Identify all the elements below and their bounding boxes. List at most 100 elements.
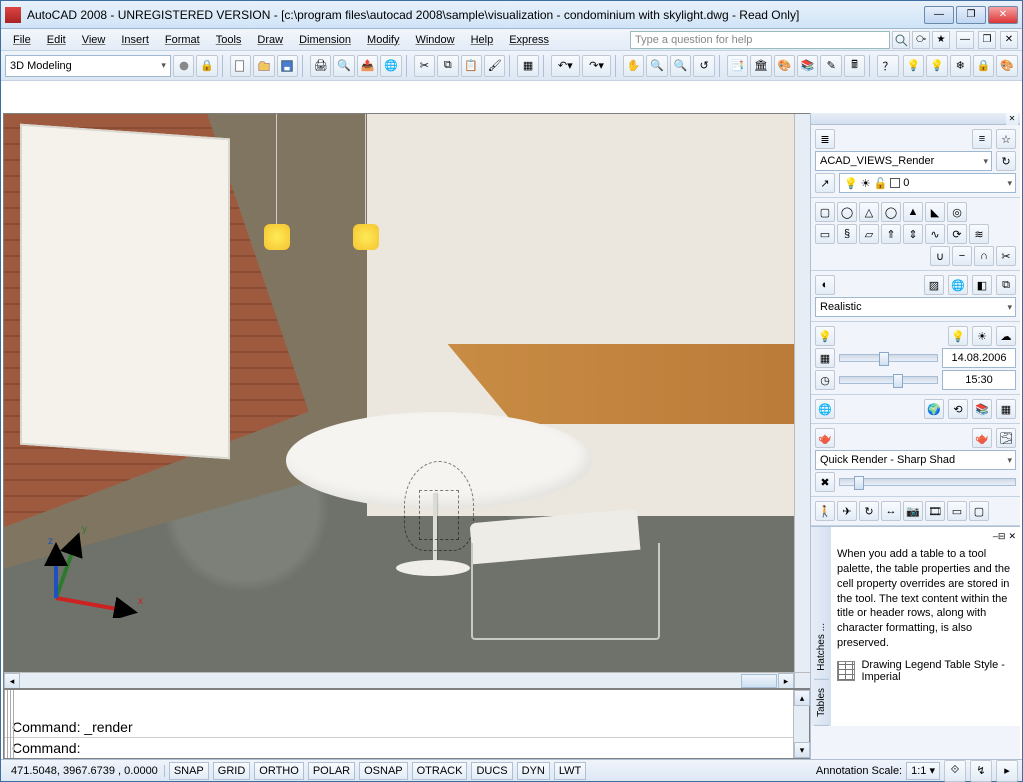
- camera-button[interactable]: 📷: [903, 501, 923, 521]
- render-icon[interactable]: 🫖: [815, 428, 835, 448]
- box-button[interactable]: ▢: [815, 202, 835, 222]
- close-button[interactable]: ✕: [988, 6, 1018, 24]
- viewport-scrollbar-horz[interactable]: ◂ ▸: [4, 672, 794, 688]
- dyn-toggle[interactable]: DYN: [517, 762, 550, 780]
- fly-button[interactable]: ✈: [837, 501, 857, 521]
- maximize-button[interactable]: ❐: [956, 6, 986, 24]
- menu-help[interactable]: Help: [463, 34, 502, 46]
- open-button[interactable]: [253, 55, 274, 77]
- adjust-dist-button[interactable]: ↔: [881, 501, 901, 521]
- mdi-close-button[interactable]: ✕: [1000, 31, 1018, 49]
- materials-lib-button[interactable]: 📚: [972, 399, 992, 419]
- render-quality-slider[interactable]: [839, 478, 1016, 486]
- palette-close-icon[interactable]: ✕: [1008, 531, 1016, 543]
- new-button[interactable]: [230, 55, 251, 77]
- comm-center-icon[interactable]: ⧂: [912, 31, 930, 49]
- sun-date-value[interactable]: 14.08.2006: [942, 348, 1016, 368]
- grid-toggle[interactable]: GRID: [213, 762, 251, 780]
- cmd-scroll-up[interactable]: ▴: [794, 690, 810, 706]
- plot-preview-button[interactable]: 🔍: [333, 55, 354, 77]
- light-icon[interactable]: 💡: [815, 326, 835, 346]
- union-button[interactable]: ∪: [930, 246, 950, 266]
- visual-style-combo[interactable]: Realistic: [815, 297, 1016, 317]
- ucs-icon[interactable]: x y z: [38, 518, 148, 618]
- materials-icon[interactable]: 🌐: [815, 399, 835, 419]
- markup-button[interactable]: ✎: [820, 55, 841, 77]
- menu-file[interactable]: File: [5, 34, 39, 46]
- lwt-toggle[interactable]: LWT: [554, 762, 586, 780]
- sun-time-slider[interactable]: [839, 376, 938, 384]
- calendar-icon[interactable]: ▦: [815, 348, 835, 368]
- render-button[interactable]: 🫖: [972, 428, 992, 448]
- planar-button[interactable]: ▱: [859, 224, 879, 244]
- tool-palettes-button[interactable]: 🎨: [774, 55, 795, 77]
- snap-toggle[interactable]: SNAP: [169, 762, 209, 780]
- layer-makecurrent-button[interactable]: ↗: [815, 173, 835, 193]
- menu-window[interactable]: Window: [407, 34, 462, 46]
- coordinates-readout[interactable]: 471.5048, 3967.6739 , 0.0000: [5, 765, 165, 777]
- pyramid-button[interactable]: ▲: [903, 202, 923, 222]
- zoom-rt-button[interactable]: 🔍: [646, 55, 667, 77]
- 3ddwf-button[interactable]: 🌐: [380, 55, 401, 77]
- command-scrollbar[interactable]: ▴ ▾: [793, 690, 809, 758]
- vs-3d-button[interactable]: 🌐: [948, 275, 968, 295]
- block-editor-button[interactable]: ▦: [517, 55, 538, 77]
- polar-toggle[interactable]: POLAR: [308, 762, 355, 780]
- viewport-scrollbar-vert[interactable]: [794, 114, 810, 672]
- sun-status-button[interactable]: ☀: [972, 326, 992, 346]
- match-button[interactable]: 🖌: [484, 55, 505, 77]
- sphere-button[interactable]: ◯: [881, 202, 901, 222]
- plot-button[interactable]: 🖨: [310, 55, 331, 77]
- vs-2d-button[interactable]: ▨: [924, 275, 944, 295]
- annotation-autoscale-button[interactable]: ↯: [970, 760, 992, 782]
- copy-button[interactable]: ⧉: [437, 55, 458, 77]
- render-preset-combo[interactable]: Quick Render - Sharp Shad: [815, 450, 1016, 470]
- materials-map-button[interactable]: ▦: [996, 399, 1016, 419]
- materials-attach-button[interactable]: 🌍: [924, 399, 944, 419]
- polysolid-button[interactable]: ▭: [815, 224, 835, 244]
- layer-refresh-button[interactable]: ↻: [996, 151, 1016, 171]
- wedge-button[interactable]: ◣: [925, 202, 945, 222]
- presspull-button[interactable]: ⇕: [903, 224, 923, 244]
- paste-button[interactable]: 📋: [461, 55, 482, 77]
- render-env-button[interactable]: 🌫: [996, 428, 1016, 448]
- cmd-scroll-down[interactable]: ▾: [794, 742, 810, 758]
- sun-sky-button[interactable]: ☁: [996, 326, 1016, 346]
- command-window-resize-grip[interactable]: [4, 690, 14, 758]
- publish-button[interactable]: 📤: [357, 55, 378, 77]
- sun-date-slider[interactable]: [839, 354, 938, 362]
- helix-button[interactable]: §: [837, 224, 857, 244]
- layercolor-quick-icon[interactable]: 🎨: [996, 55, 1017, 77]
- ortho-toggle[interactable]: ORTHO: [254, 762, 304, 780]
- quickcalc-button[interactable]: 🖩: [844, 55, 865, 77]
- sun-time-value[interactable]: 15:30: [942, 370, 1016, 390]
- otrack-toggle[interactable]: OTRACK: [412, 762, 468, 780]
- properties-button[interactable]: 📑: [727, 55, 748, 77]
- layerfreeze-quick-icon[interactable]: ❄: [950, 55, 971, 77]
- intersect-button[interactable]: ∩: [974, 246, 994, 266]
- palette-item-table-legend[interactable]: Drawing Legend Table Style - Imperial: [835, 655, 1016, 687]
- animate-button[interactable]: 🎞: [925, 501, 945, 521]
- materials-remove-button[interactable]: ⟲: [948, 399, 968, 419]
- revolve-button[interactable]: ⟳: [947, 224, 967, 244]
- cut-button[interactable]: ✂: [414, 55, 435, 77]
- save-button[interactable]: [277, 55, 298, 77]
- cone-button[interactable]: △: [859, 202, 879, 222]
- command-prompt[interactable]: Command:: [4, 737, 809, 758]
- menu-tools[interactable]: Tools: [208, 34, 250, 46]
- designcenter-button[interactable]: 🏛: [750, 55, 771, 77]
- layer-filter-combo[interactable]: ACAD_VIEWS_Render: [815, 151, 992, 171]
- scroll-thumb-horz[interactable]: [741, 674, 777, 688]
- slice-button[interactable]: ✂: [996, 246, 1016, 266]
- search-icon[interactable]: [892, 31, 910, 49]
- render-cancel-button[interactable]: ✖: [815, 472, 835, 492]
- sun-on-button[interactable]: 💡: [948, 326, 968, 346]
- osnap-toggle[interactable]: OSNAP: [359, 762, 408, 780]
- favorites-icon[interactable]: ★: [932, 31, 950, 49]
- menu-express[interactable]: Express: [501, 34, 557, 46]
- ducs-toggle[interactable]: DUCS: [471, 762, 512, 780]
- redo-button[interactable]: ↷▾: [582, 55, 611, 77]
- palette-tab-hatches[interactable]: Hatches ...: [814, 615, 829, 680]
- palette-pin-icon[interactable]: –⊟: [993, 531, 1006, 543]
- workspace-combo[interactable]: 3D Modeling: [5, 55, 171, 77]
